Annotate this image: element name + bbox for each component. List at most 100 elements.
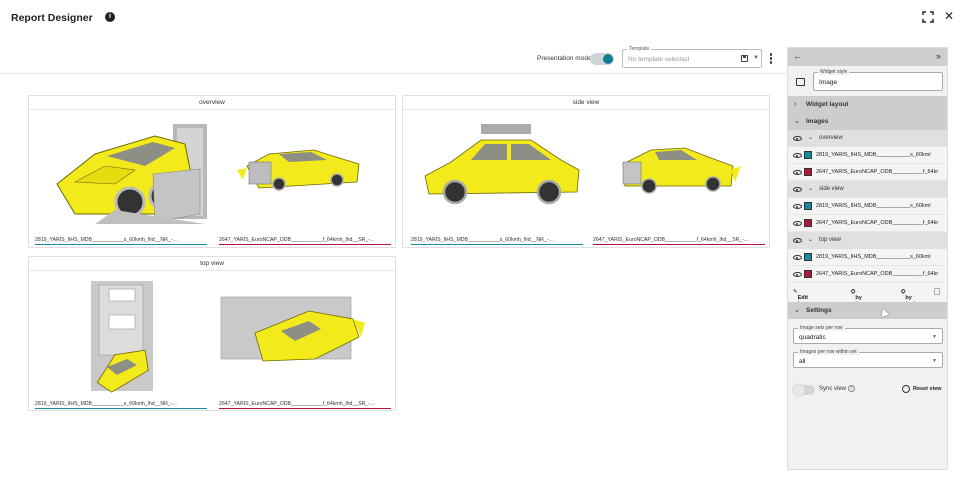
chevron-down-icon[interactable]: ⌄ bbox=[808, 181, 813, 198]
arrow-left-icon[interactable]: ← bbox=[793, 51, 802, 61]
series-bar-teal bbox=[35, 407, 207, 409]
help-icon[interactable]: ? bbox=[848, 385, 855, 392]
list-item[interactable]: 2647_YARIS_EuroNCAP_ODB__________f_64kr bbox=[788, 215, 947, 232]
images-per-row-field[interactable]: Images per row within set all ▼ bbox=[788, 347, 947, 369]
field-value: all bbox=[799, 358, 806, 365]
toolbar: Presentation mode Template No template s… bbox=[0, 44, 786, 74]
widget-title: top view bbox=[29, 257, 395, 271]
list-item[interactable]: 2647_YARIS_EuroNCAP_ODB__________f_64kr bbox=[788, 266, 947, 283]
toggle-knob bbox=[603, 54, 613, 64]
series-bar-red bbox=[219, 407, 391, 409]
widget-style-select[interactable]: Widget style Image bbox=[813, 69, 943, 91]
report-designer-app: Report Designer i ✕ Presentation mode Te… bbox=[0, 0, 960, 480]
sync-view-label: Sync view bbox=[819, 386, 847, 392]
double-chevron-right-icon[interactable]: » bbox=[936, 51, 941, 61]
close-icon[interactable]: ✕ bbox=[944, 9, 954, 23]
image-pane[interactable]: 2819_YARIS_IIHS_MDB___________s_60kmh_lh… bbox=[411, 114, 583, 245]
trash-icon[interactable] bbox=[934, 288, 940, 295]
more-options-icon[interactable] bbox=[769, 53, 773, 65]
info-icon[interactable]: i bbox=[105, 12, 115, 22]
eye-icon[interactable] bbox=[793, 153, 802, 158]
template-select[interactable]: Template No template selected ▼ bbox=[622, 46, 762, 68]
presentation-mode-label: Presentation mode bbox=[537, 55, 592, 62]
image-actions: ✎ Edit images ⛭ by image set ⛭ by test bbox=[788, 283, 947, 313]
color-swatch[interactable] bbox=[804, 253, 812, 261]
image-sets-per-row-select[interactable]: Image sets per row quadratic ▼ bbox=[793, 325, 943, 344]
widget-top-view[interactable]: top view 2819_YARIS_IIHS_MDB___________s… bbox=[28, 256, 396, 411]
widget-overview[interactable]: overview 2819_YARIS_IIHS_MDB___________s… bbox=[28, 95, 396, 248]
chevron-down-icon[interactable]: ▼ bbox=[753, 55, 759, 61]
reset-view-button[interactable]: Reset view bbox=[913, 386, 941, 392]
presentation-mode-toggle[interactable] bbox=[590, 53, 614, 65]
chevron-down-icon: ⌄ bbox=[794, 118, 800, 125]
color-swatch[interactable] bbox=[804, 219, 812, 227]
section-widget-layout[interactable]: › Widget layout bbox=[788, 96, 947, 113]
crash-image-side-1 bbox=[424, 124, 580, 205]
chevron-down-icon[interactable]: ⌄ bbox=[808, 130, 813, 147]
template-label: Template bbox=[627, 46, 652, 52]
widget-title: overview bbox=[29, 96, 395, 110]
image-group-side-view[interactable]: ⌄ side view bbox=[788, 181, 947, 198]
eye-icon[interactable] bbox=[793, 272, 802, 277]
images-per-row-select[interactable]: Images per row within set all ▼ bbox=[793, 349, 943, 368]
series-bar-red bbox=[593, 243, 765, 245]
list-item[interactable]: 2819_YARIS_IIHS_MDB___________s_60kml bbox=[788, 249, 947, 266]
sync-view-row: Sync view ? Reset view bbox=[788, 375, 947, 405]
chevron-right-icon: › bbox=[794, 101, 797, 108]
image-caption: 2819_YARIS_IIHS_MDB___________s_60kmh_lh… bbox=[35, 401, 177, 407]
section-images[interactable]: ⌄ Images bbox=[788, 113, 947, 130]
widget-style-label: Widget style bbox=[818, 69, 850, 75]
eye-icon[interactable] bbox=[793, 136, 802, 141]
chevron-down-icon[interactable]: ▼ bbox=[932, 358, 937, 364]
image-pane[interactable]: 2647_YARIS_EuroNCAP_ODB___________f_64km… bbox=[593, 114, 765, 245]
crash-image-top-1 bbox=[91, 281, 153, 393]
image-pane[interactable]: 2647_YARIS_EuroNCAP_ODB___________f_64km… bbox=[219, 114, 391, 245]
eye-icon[interactable] bbox=[793, 238, 802, 243]
image-group-overview[interactable]: ⌄ overview bbox=[788, 130, 947, 147]
group-by-image-set-button[interactable]: ⛭ by image set bbox=[851, 289, 871, 313]
group-label: side view bbox=[819, 186, 844, 192]
series-bar-teal bbox=[411, 243, 583, 245]
list-item[interactable]: 2819_YARIS_IIHS_MDB___________s_60kml bbox=[788, 198, 947, 215]
reset-icon[interactable] bbox=[902, 385, 910, 393]
widget-style-value: Image bbox=[819, 79, 838, 86]
edit-images-button[interactable]: ✎ Edit images bbox=[793, 289, 817, 307]
fullscreen-icon[interactable] bbox=[922, 11, 934, 23]
item-label: 2647_YARIS_EuroNCAP_ODB__________f_64kr bbox=[816, 169, 939, 175]
eye-icon[interactable] bbox=[793, 221, 802, 226]
image-sets-per-row-field[interactable]: Image sets per row quadratic ▼ bbox=[788, 323, 947, 345]
crash-image-side-2 bbox=[622, 147, 741, 194]
widget-side-view[interactable]: side view 2819_YARIS_IIHS_MDB___________… bbox=[402, 95, 770, 248]
list-item[interactable]: 2647_YARIS_EuroNCAP_ODB__________f_64kr bbox=[788, 164, 947, 181]
sync-view-toggle[interactable] bbox=[793, 384, 815, 396]
section-settings[interactable]: ⌄ Settings bbox=[788, 302, 947, 319]
eye-icon[interactable] bbox=[793, 204, 802, 209]
chevron-down-icon[interactable]: ⌄ bbox=[808, 232, 813, 249]
color-swatch[interactable] bbox=[804, 168, 812, 176]
color-swatch[interactable] bbox=[804, 270, 812, 278]
group-by-test-button[interactable]: ⛭ by test bbox=[901, 289, 915, 307]
image-caption: 2647_YARIS_EuroNCAP_ODB___________f_64km… bbox=[219, 401, 375, 407]
image-caption: 2819_YARIS_IIHS_MDB___________s_60kmh_lh… bbox=[411, 237, 553, 243]
image-group-top-view[interactable]: ⌄ top view bbox=[788, 232, 947, 249]
item-label: 2819_YARIS_IIHS_MDB___________s_60kml bbox=[816, 152, 931, 158]
eye-icon[interactable] bbox=[793, 187, 802, 192]
template-placeholder: No template selected bbox=[628, 56, 690, 63]
image-pane[interactable]: 2647_YARIS_EuroNCAP_ODB___________f_64km… bbox=[219, 275, 391, 409]
settings-panel: ← » Widget style Image › Widget layout ⌄… bbox=[787, 47, 948, 470]
section-label: Images bbox=[806, 118, 829, 125]
series-bar-teal bbox=[35, 243, 207, 245]
color-swatch[interactable] bbox=[804, 151, 812, 159]
image-pane[interactable]: 2819_YARIS_IIHS_MDB___________s_60kmh_lh… bbox=[35, 275, 207, 409]
save-icon[interactable] bbox=[741, 55, 748, 62]
chevron-down-icon[interactable]: ▼ bbox=[932, 334, 937, 340]
crash-image-overview-1 bbox=[56, 124, 207, 224]
color-swatch[interactable] bbox=[804, 202, 812, 210]
image-pane[interactable]: 2819_YARIS_IIHS_MDB___________s_60kmh_lh… bbox=[35, 114, 207, 245]
eye-icon[interactable] bbox=[793, 255, 802, 260]
item-label: 2647_YARIS_EuroNCAP_ODB__________f_64kr bbox=[816, 271, 939, 277]
list-item[interactable]: 2819_YARIS_IIHS_MDB___________s_60kml bbox=[788, 147, 947, 164]
widget-style-row: Widget style Image bbox=[788, 66, 947, 96]
field-label: Images per row within set bbox=[798, 349, 859, 355]
eye-icon[interactable] bbox=[793, 170, 802, 175]
